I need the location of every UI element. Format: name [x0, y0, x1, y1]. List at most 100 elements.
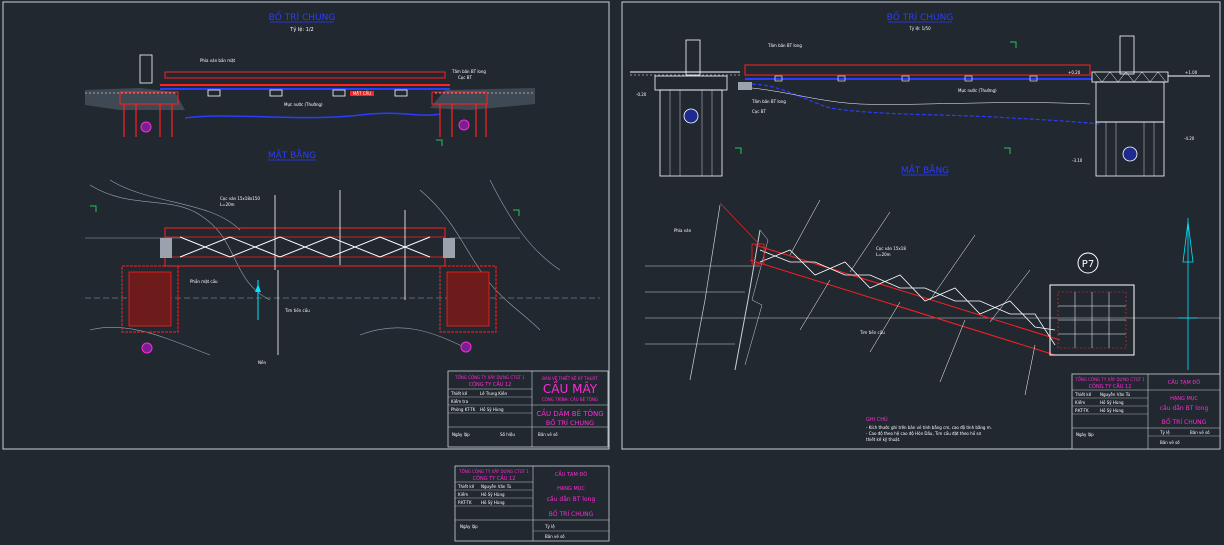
floating-row3-label: P.KT-TK — [458, 500, 472, 505]
left-title-block: TỔNG CÔNG TY XÂY DỰNG CTGT 1 CÔNG TY CẦU… — [447, 370, 609, 448]
right-left-pier-cap — [654, 75, 728, 91]
left-tb-company: CÔNG TY CẦU 12 — [469, 380, 512, 388]
left-tb-project-line3: CÔNG TRÌNH: CẦU BÊ TÔNG — [542, 397, 598, 402]
left-tb-footer-b: Số hiệu — [500, 432, 515, 437]
left-corner-mark-1 — [90, 205, 97, 212]
label-right-span: Tim tiền cầu — [859, 330, 885, 335]
left-embankment-shape — [85, 88, 185, 110]
right-elevation-title: BỐ TRÍ CHUNG — [887, 10, 954, 23]
note-line-3: thiết kế kỹ thuật. — [866, 437, 900, 442]
left-tb-row3-value: Hồ Sỹ Hùng — [480, 407, 504, 412]
label-right-pile: Cọc BT — [752, 109, 766, 114]
left-tb-footer-a: Ngày lập — [452, 432, 470, 437]
right-left-pier-post — [685, 39, 701, 76]
floating-row3-value: Hồ Sỹ Hùng — [481, 500, 505, 505]
right-axis-bubble — [458, 119, 470, 131]
shore-line-2 — [734, 229, 761, 371]
center-mark-label: MẶT CẦU — [353, 91, 371, 96]
cross-beam-4 — [394, 89, 408, 97]
elev-mark-5: -4.20 — [1184, 136, 1195, 141]
perp-line-3 — [929, 234, 976, 301]
label-girder: Phía ván bản mặt — [200, 58, 236, 63]
perp-line-2 — [849, 211, 891, 273]
right-right-pier-frame — [1095, 81, 1165, 123]
right-tb-row3-label: P.KT-TK — [1075, 408, 1089, 413]
label-hinge: Tim tiền cầu — [284, 308, 310, 313]
label-pile-group: Nền — [258, 360, 266, 365]
right-tb-row3-value: Hồ Sỹ Hùng — [1100, 408, 1124, 413]
floating-drawing-line3: BỐ TRÍ CHUNG — [549, 510, 594, 518]
shore-line-1 — [689, 204, 721, 381]
left-tb-drawing-line1: CẦU DẦM BÊ TÔNG — [536, 408, 603, 418]
right-corner-mark-1 — [1010, 41, 1017, 48]
right-tb-company-top: TỔNG CÔNG TY XÂY DỰNG CTGT 1 — [1074, 377, 1145, 382]
right-tb-project: CẦU TẠM ĐÔ — [1168, 378, 1200, 386]
right-deck-outline — [744, 64, 1091, 76]
label-pile-note: Cọc ván 15x18x150 — [220, 196, 260, 201]
perp-line-1 — [789, 199, 821, 256]
cross-beam-2 — [269, 89, 283, 97]
floating-footer-c: Bản vẽ số — [545, 534, 565, 539]
right-corner-mark-2 — [1004, 147, 1011, 154]
left-plan-title: MẶT BẰNG — [268, 148, 316, 161]
left-tb-row1-value: Lê Trung Kiên — [480, 391, 507, 396]
left-tb-project-line1: BẢN VẼ THIẾT KẾ KỸ THUẬT — [542, 375, 598, 381]
floating-footer-a: Ngày lập — [460, 524, 478, 529]
floating-row1-value: Nguyễn Văn Tú — [481, 484, 512, 489]
elev-mark-1: +1.00 — [1185, 70, 1198, 75]
perp-line-6 — [869, 301, 901, 353]
label-right-slab: Tấm bản BT long — [751, 99, 786, 104]
right-tb-row2-label: Kiểm — [1075, 400, 1085, 405]
right-left-pier-body — [659, 89, 723, 177]
right-tb-company: CÔNG TY CẦU 12 — [1089, 382, 1132, 390]
right-tb-footer-c: Bản vẽ số — [1190, 430, 1210, 435]
elev-mark-4: -3.10 — [1072, 158, 1083, 163]
floating-row2-label: Kiểm — [458, 492, 468, 497]
floating-drawing-line1: HẠNG MỤC — [557, 486, 585, 492]
plan-right-axis-bubble — [460, 341, 472, 353]
right-tb-row1-value: Nguyễn Văn Tú — [1100, 392, 1131, 397]
cross-beam-1 — [207, 89, 221, 97]
right-right-pier-post — [1119, 35, 1135, 75]
right-title-block: TỔNG CÔNG TY XÂY DỰNG CTGT 1 CÔNG TY CẦU… — [1071, 373, 1221, 450]
plan-right-abutment-hatch — [446, 271, 490, 327]
left-elevation-title: BỐ TRÍ CHUNG — [269, 10, 336, 23]
perp-line-8 — [1024, 344, 1036, 396]
right-corner-mark-3 — [735, 147, 742, 154]
label-right-deck: Tấm bản BT long — [767, 43, 802, 48]
contour-6 — [359, 327, 471, 351]
label-right-pile-note: Cọc ván 15x18 — [876, 246, 906, 251]
right-left-bearing — [738, 82, 752, 90]
left-tb-footer-c: Bản vẽ số — [538, 432, 558, 437]
floating-company-top: TỔNG CÔNG TY XÂY DỰNG CTGT 1 — [458, 469, 529, 474]
plan-left-abutment-hatch — [128, 271, 172, 327]
right-tb-row1-label: Thiết kế — [1074, 392, 1092, 397]
right-tb-drawing-line1: HẠNG MỤC — [1170, 396, 1198, 402]
perp-line-7 — [939, 319, 966, 383]
left-tb-row1-label: Thiết kế — [450, 391, 468, 396]
floating-company: CÔNG TY CẦU 12 — [473, 474, 516, 482]
label-pile: Cọc BT — [458, 75, 472, 80]
right-tb-drawing-line3: BỐ TRÍ CHUNG — [1162, 418, 1207, 426]
plan-right-bearing — [443, 238, 455, 258]
left-axis-bubble — [140, 121, 152, 133]
left-tb-row3-label: Phòng KT-TK — [451, 407, 476, 412]
right-embankment-shape — [430, 88, 535, 110]
label-pile-length: L=20m — [220, 202, 235, 207]
right-tb-drawing-line2: cầu dẫn BT long — [1160, 404, 1209, 412]
cad-drawing-canvas[interactable]: BỐ TRÍ CHUNG Tỷ lệ: 1/2 MẶT CẦU Phía ván… — [0, 0, 1224, 545]
left-corner-mark-2 — [513, 209, 520, 216]
left-tb-project-big: CẦU MÂY — [543, 380, 598, 396]
truss-diagonal-b — [179, 236, 431, 258]
right-tb-footer-d: Bản vẽ số — [1160, 440, 1180, 445]
floating-title-block[interactable]: TỔNG CÔNG TY XÂY DỰNG CTGT 1 CÔNG TY CẦU… — [454, 465, 610, 542]
left-elevation-scale: Tỷ lệ: 1/2 — [289, 26, 313, 33]
right-plan-title: MẶT BẰNG — [901, 163, 949, 176]
floating-row2-value: Hồ Sỹ Hùng — [481, 492, 505, 497]
right-tb-footer-b: Tỷ lệ — [1159, 430, 1170, 435]
floating-project: CẦU TẠM ĐÔ — [555, 470, 587, 478]
left-tb-row2-label: Kiểm tra — [451, 399, 469, 404]
note-line-1: - Kích thước ghi trên bản vẽ tính bằng c… — [866, 425, 992, 430]
left-corner-mark-3 — [436, 139, 443, 146]
floating-drawing-line2: cầu dẫn BT long — [547, 495, 596, 503]
